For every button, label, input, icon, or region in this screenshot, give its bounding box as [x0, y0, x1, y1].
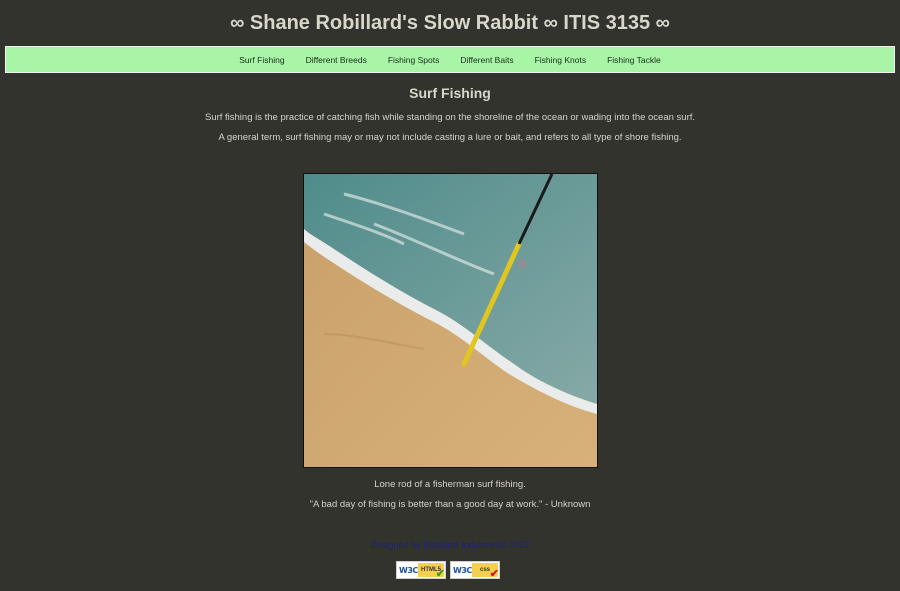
nav-link-fishing-tackle[interactable]: Fishing Tackle — [607, 55, 661, 65]
beach-rod-image — [304, 174, 597, 467]
fishing-quote: "A bad day of fishing is better than a g… — [309, 499, 591, 510]
footer-credit: Designed by Robillard Industries© 2022 — [370, 540, 530, 550]
nav-link-different-baits[interactable]: Different Baits — [460, 55, 513, 65]
top-navigation: Surf Fishing Different Breeds Fishing Sp… — [5, 46, 895, 73]
check-icon: ✔ — [435, 568, 445, 580]
w3c-logo: W3C — [453, 565, 472, 575]
css-validator-badge[interactable]: W3C css ✔ — [450, 561, 500, 580]
html-validator-badge[interactable]: W3C HTML5 ✔ — [396, 561, 446, 580]
nav-link-fishing-knots[interactable]: Fishing Knots — [535, 55, 587, 65]
validator-badges: W3C HTML5 ✔ W3C css ✔ — [396, 561, 500, 580]
site-title: ∞ Shane Robillard's Slow Rabbit ∞ ITIS 3… — [230, 12, 670, 34]
page-heading: Surf Fishing — [409, 85, 491, 101]
w3c-logo: W3C — [399, 565, 418, 575]
intro-paragraph: Surf fishing is the practice of catching… — [204, 112, 696, 123]
image-caption: Lone rod of a fisherman surf fishing. — [374, 479, 526, 490]
definition-paragraph: A general term, surf fishing may or may … — [218, 132, 682, 143]
nav-link-fishing-spots[interactable]: Fishing Spots — [388, 55, 440, 65]
page: ∞ Shane Robillard's Slow Rabbit ∞ ITIS 3… — [0, 0, 900, 591]
surf-fishing-photo — [303, 173, 598, 468]
nav-link-different-breeds[interactable]: Different Breeds — [306, 55, 367, 65]
nav-link-surf-fishing[interactable]: Surf Fishing — [239, 55, 284, 65]
check-icon: ✔ — [489, 568, 499, 580]
